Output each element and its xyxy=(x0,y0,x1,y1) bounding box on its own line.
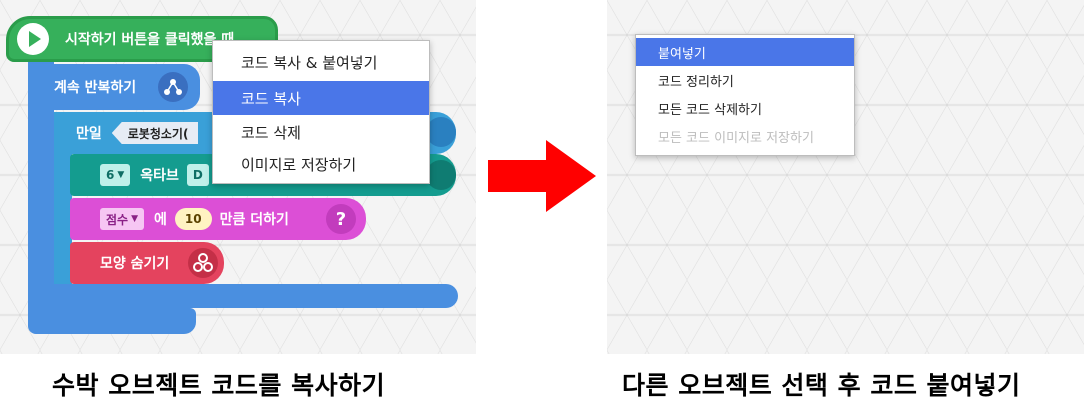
if-block-bottom xyxy=(54,284,458,308)
block-editor-right: 붙여넣기 코드 정리하기 모든 코드 삭제하기 모든 코드 이미지로 저장하기 xyxy=(607,0,1084,354)
if-expand-icon[interactable] xyxy=(426,117,456,147)
menu-item-paste[interactable]: 붙여넣기 xyxy=(636,38,854,66)
start-block-label: 시작하기 버튼을 클릭했을 때 xyxy=(65,32,235,48)
menu-item-save-all-image: 모든 코드 이미지로 저장하기 xyxy=(658,130,814,146)
menu-item-delete-all[interactable]: 모든 코드 삭제하기 xyxy=(636,94,854,122)
arrow-right-icon xyxy=(488,140,596,212)
score-action-label: 만큼 더하기 xyxy=(219,212,289,228)
repeat-block[interactable]: 계속 반복하기 xyxy=(40,64,200,110)
score-variable-dropdown[interactable]: 점수 ▼ xyxy=(100,208,145,230)
octave-dropdown[interactable]: 6 ▼ xyxy=(100,164,131,186)
if-block-label: 만일 xyxy=(76,126,102,142)
if-condition-field[interactable]: 로봇청소기( xyxy=(111,122,199,144)
play-icon xyxy=(17,23,49,55)
loop-block-bottom xyxy=(28,308,196,334)
add-score-block[interactable]: 점수 ▼ 에 10 만큼 더하기 ? xyxy=(70,198,366,240)
hide-block-label: 모양 숨기기 xyxy=(100,256,170,272)
score-amount-field[interactable]: 10 xyxy=(174,208,212,230)
octave-note-field[interactable]: D xyxy=(186,164,209,186)
block-editor-left: 시작하기 버튼을 클릭했을 때 계속 반복하기 만일 로봇청소기( 6 ▼ 옥타… xyxy=(0,0,476,354)
workspace-context-menu: 붙여넣기 코드 정리하기 모든 코드 삭제하기 모든 코드 이미지로 저장하기 xyxy=(635,34,855,156)
octave-value: 6 xyxy=(106,168,115,182)
menu-item-copy-paste[interactable]: 코드 복사 & 붙여넣기 xyxy=(213,45,429,79)
octave-expand-icon[interactable] xyxy=(426,160,456,190)
menu-item-save-image[interactable]: 이미지로 저장하기 xyxy=(213,147,429,181)
left-caption: 수박 오브젝트 코드를 복사하기 xyxy=(52,371,386,400)
octave-label: 옥타브 xyxy=(140,168,179,184)
hide-block[interactable]: 모양 숨기기 xyxy=(70,242,224,284)
score-amount-value: 10 xyxy=(184,212,202,226)
menu-item-tidy-code[interactable]: 코드 정리하기 xyxy=(636,66,854,94)
menu-item-copy[interactable]: 코드 복사 xyxy=(213,81,429,115)
chevron-down-icon: ▼ xyxy=(117,170,125,180)
shapes-icon[interactable] xyxy=(188,248,218,278)
chevron-down-icon: ▼ xyxy=(131,214,139,224)
help-icon[interactable]: ? xyxy=(326,204,356,234)
score-connector: 에 xyxy=(154,212,167,228)
score-variable-label: 점수 xyxy=(106,212,129,227)
if-condition-label: 로봇청소기( xyxy=(127,126,189,141)
menu-item-delete[interactable]: 코드 삭제 xyxy=(213,115,429,149)
repeat-expand-icon[interactable] xyxy=(158,72,188,102)
octave-note-label: D xyxy=(192,168,203,182)
repeat-block-label: 계속 반복하기 xyxy=(54,80,137,96)
block-context-menu: 코드 복사 & 붙여넣기 코드 복사 코드 삭제 이미지로 저장하기 xyxy=(212,40,430,184)
right-caption: 다른 오브젝트 선택 후 코드 붙여넣기 xyxy=(622,371,1021,400)
